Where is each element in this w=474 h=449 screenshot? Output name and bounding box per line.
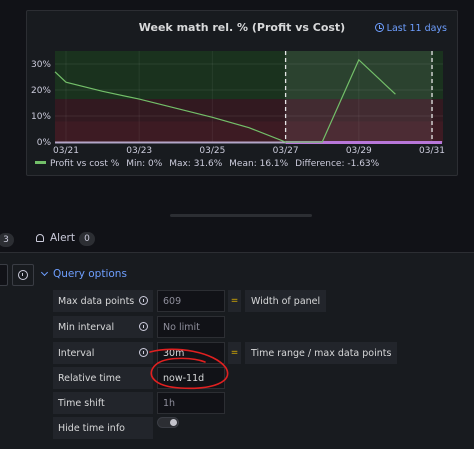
bell-icon [36,234,44,242]
y-tick-label: 20% [31,86,51,96]
hide-time-info-toggle[interactable] [157,417,179,428]
legend-mean: Mean: 16.1% [229,159,289,169]
relative-time-input[interactable]: now-11d [157,367,225,389]
time-range-indicator[interactable]: Last 11 days [374,23,447,34]
legend-series-name[interactable]: Profit vs cost % [50,159,119,169]
info-circle-icon[interactable] [139,296,148,305]
tab-alert[interactable]: Alert 0 [36,232,95,246]
x-tick-label: 03/29 [346,146,372,156]
max-data-points-note: Width of panel [245,290,327,312]
info-circle-icon[interactable] [139,322,148,331]
pane-resize-handle[interactable] [170,214,312,217]
min-interval-label: Min interval [53,316,153,338]
legend-max: Max: 31.6% [169,159,223,169]
chart-canvas: 30% 20% 10% 0%03/21 03/23 03/25 03/27 03/29 03/3… [31,51,445,156]
row-label-text: Time shift [58,397,105,409]
y-tick-label: 0% [37,138,52,148]
toggle-knob [170,419,177,426]
y-tick-label: 30% [31,60,51,70]
row-label-text: Max data points [58,295,135,307]
x-tick-label: 03/25 [199,146,225,156]
x-tick-label: 03/27 [273,146,299,156]
row-label-text: Min interval [58,321,115,333]
max-data-points-label: Max data points [53,290,153,312]
chevron-down-icon [40,268,49,277]
legend-swatch[interactable] [35,161,46,164]
annotation-band [55,141,286,144]
clock-icon [374,23,384,32]
row-label-text: Hide time info [58,422,125,434]
equals-sign: = [228,342,241,364]
max-data-points-input[interactable]: 609 [157,290,225,312]
interval-label: Interval [53,342,153,364]
time-shift-label: Time shift [53,392,153,414]
interval-value: 30m [157,342,225,364]
x-tick-label: 03/31 [419,146,445,156]
row-label-text: Relative time [58,372,121,384]
info-circle-icon [18,270,28,280]
y-tick-label: 10% [31,112,51,122]
legend: Profit vs cost % Min: 0% Max: 31.6% Mean… [35,159,383,169]
query-options-toggle[interactable]: Query options [40,268,127,280]
collapse-button[interactable] [0,264,8,286]
equals-sign: = [228,290,241,312]
query-inspector-button[interactable] [12,264,34,286]
legend-difference: Difference: -1.63% [295,159,380,169]
row-label-text: Interval [58,347,95,359]
x-tick-label: 03/23 [126,146,152,156]
time-shift-input[interactable]: 1h [157,392,225,414]
alert-count-badge: 0 [79,232,95,246]
query-options-title: Query options [53,268,127,280]
x-tick-label: 03/21 [53,146,79,156]
tab-count-badge[interactable]: 3 [0,233,14,247]
info-circle-icon[interactable] [139,348,148,357]
relative-time-label: Relative time [53,367,153,389]
hide-time-info-label: Hide time info [53,417,153,439]
graph-panel: 30% 20% 10% 0% 03/21 03/23 03/25 03/27 03/29 03/3… [26,10,458,176]
time-range-label: Last 11 days [386,23,447,34]
editor-tabs: 3 Alert 0 [0,230,474,252]
tab-alert-label: Alert [50,232,75,244]
legend-min: Min: 0% [126,159,163,169]
interval-note: Time range / max data points [245,342,398,364]
min-interval-input[interactable]: No limit [157,316,225,338]
